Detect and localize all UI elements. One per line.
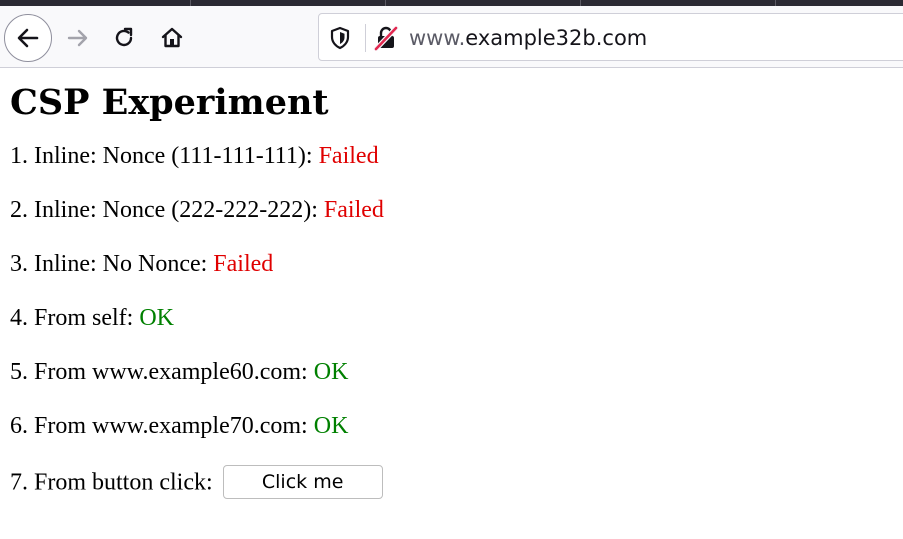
- result-label: 3. Inline: No Nonce:: [10, 251, 214, 277]
- navigation-toolbar: www.example32b.com: [0, 6, 903, 68]
- forward-button[interactable]: [58, 18, 98, 58]
- home-button[interactable]: [152, 18, 192, 58]
- result-label: 6. From www.example70.com:: [10, 413, 314, 439]
- reload-button[interactable]: [104, 18, 144, 58]
- result-row-2: 2. Inline: Nonce (222-222-222): Failed: [10, 197, 895, 224]
- page-content: CSP Experiment 1. Inline: Nonce (111-111…: [10, 68, 895, 521]
- result-row-3: 3. Inline: No Nonce: Failed: [10, 251, 895, 278]
- result-label: 2. Inline: Nonce (222-222-222):: [10, 197, 324, 223]
- reload-icon: [115, 27, 133, 47]
- shield-icon[interactable]: [329, 26, 351, 50]
- status-ok: OK: [313, 359, 349, 385]
- back-arrow-icon: [17, 28, 39, 48]
- result-label: 5. From www.example60.com:: [10, 359, 314, 385]
- url-text[interactable]: www.example32b.com: [409, 24, 647, 52]
- result-label: 7. From button click:: [10, 469, 219, 496]
- url-prefix: www.: [409, 26, 466, 50]
- status-failed: Failed: [318, 143, 379, 169]
- insecure-lock-icon[interactable]: [373, 25, 399, 51]
- status-failed: Failed: [323, 197, 384, 223]
- result-row-1: 1. Inline: Nonce (111-111-111): Failed: [10, 143, 895, 170]
- home-icon: [161, 27, 183, 48]
- status-ok: OK: [139, 305, 174, 331]
- back-button[interactable]: [4, 14, 52, 62]
- result-label: 1. Inline: Nonce (111-111-111):: [10, 143, 319, 169]
- result-row-5: 5. From www.example60.com: OK: [10, 359, 895, 386]
- forward-arrow-icon: [67, 29, 88, 47]
- result-row-7: 7. From button click: Click me: [10, 465, 895, 499]
- page-title: CSP Experiment: [10, 82, 329, 123]
- url-domain: example32b.com: [465, 26, 648, 50]
- result-label: 4. From self:: [10, 305, 140, 331]
- result-row-6: 6. From www.example70.com: OK: [10, 413, 895, 440]
- address-bar[interactable]: www.example32b.com: [318, 13, 903, 61]
- click-me-button[interactable]: Click me: [222, 465, 383, 499]
- result-row-4: 4. From self: OK: [10, 305, 895, 332]
- status-failed: Failed: [213, 251, 274, 277]
- results-list: 1. Inline: Nonce (111-111-111): Failed 2…: [10, 143, 895, 499]
- status-ok: OK: [313, 413, 349, 439]
- url-divider: [365, 24, 366, 52]
